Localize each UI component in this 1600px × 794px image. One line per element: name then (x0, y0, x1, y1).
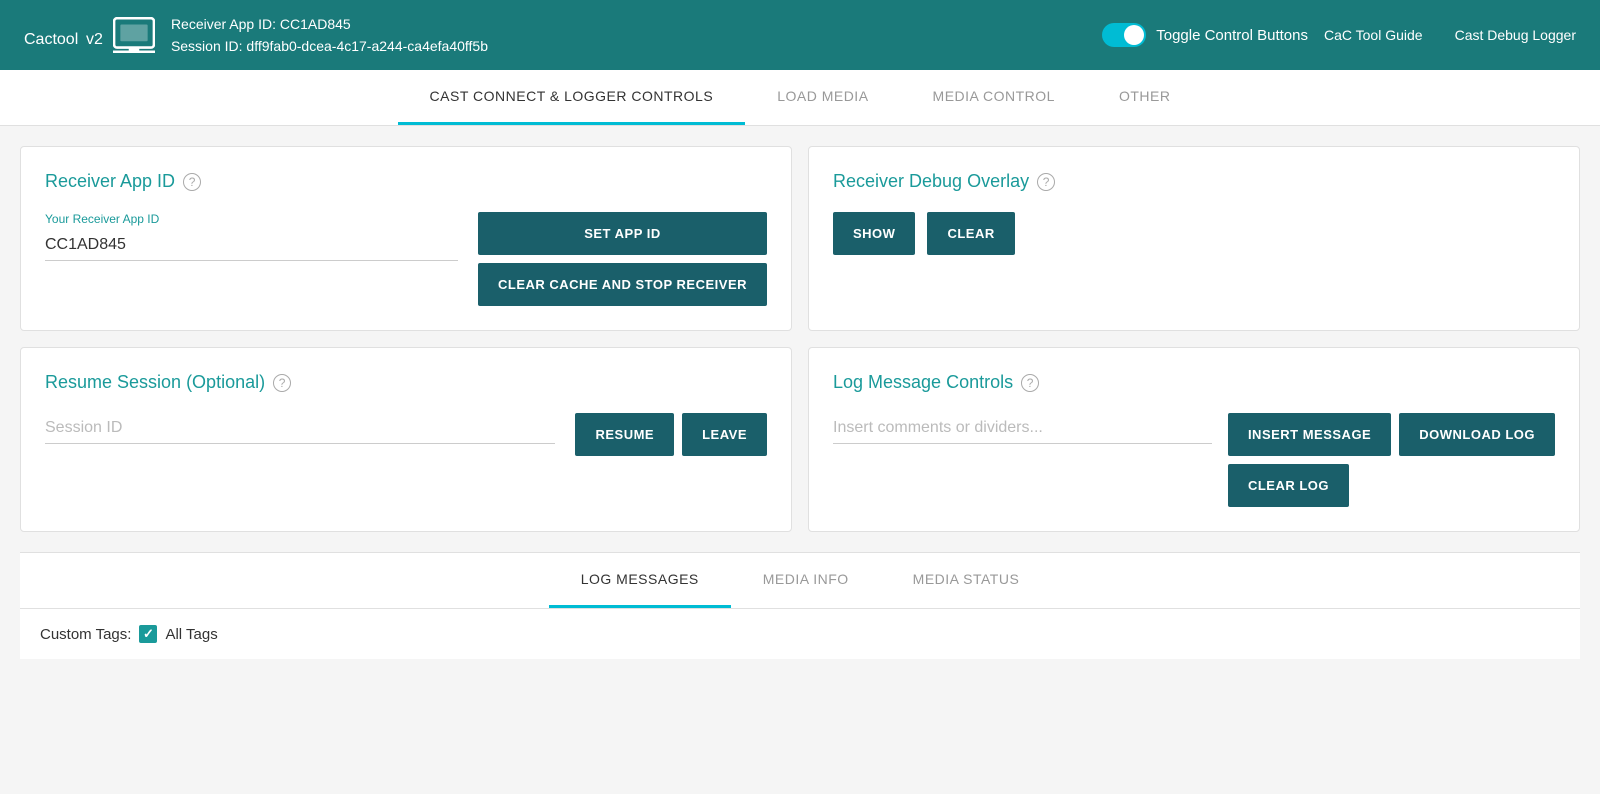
toggle-area: Toggle Control Buttons (1102, 23, 1308, 47)
resume-session-card: Resume Session (Optional) ? RESUME LEAVE (20, 347, 792, 532)
receiver-app-id-title: Receiver App ID ? (45, 171, 767, 192)
bottom-tab-log-messages[interactable]: LOG MESSAGES (549, 553, 731, 608)
log-btn-row-top: INSERT MESSAGE DOWNLOAD LOG (1228, 413, 1555, 456)
bottom-tabs-bar: LOG MESSAGES MEDIA INFO MEDIA STATUS (20, 553, 1580, 609)
session-id-value: dff9fab0-dcea-4c17-a244-ca4efa40ff5b (246, 38, 488, 54)
bottom-tab-media-status[interactable]: MEDIA STATUS (881, 553, 1052, 608)
clear-button[interactable]: CLEAR (927, 212, 1014, 255)
custom-tags-label: Custom Tags: (40, 626, 131, 643)
download-log-button[interactable]: DOWNLOAD LOG (1399, 413, 1555, 456)
logo-area: Cactool v2 (24, 17, 155, 53)
header-info: Receiver App ID: CC1AD845 Session ID: df… (171, 13, 1078, 58)
bottom-section: LOG MESSAGES MEDIA INFO MEDIA STATUS Cus… (20, 552, 1580, 659)
receiver-app-id-help-icon[interactable]: ? (183, 173, 201, 191)
tab-media-control[interactable]: MEDIA CONTROL (901, 70, 1087, 125)
clear-log-button[interactable]: CLEAR LOG (1228, 464, 1349, 507)
log-card-body: INSERT MESSAGE DOWNLOAD LOG CLEAR LOG (833, 413, 1555, 507)
resume-session-body: RESUME LEAVE (45, 413, 767, 456)
header-links: CaC Tool Guide Cast Debug Logger (1324, 27, 1576, 43)
all-tags-label: All Tags (165, 626, 217, 643)
logo-text: Cactool v2 (24, 19, 103, 51)
receiver-debug-btn-group: SHOW CLEAR (833, 212, 1555, 255)
toggle-label: Toggle Control Buttons (1156, 27, 1308, 44)
resume-button[interactable]: RESUME (575, 413, 674, 456)
receiver-app-id-value: CC1AD845 (280, 16, 351, 32)
cac-tool-guide-link[interactable]: CaC Tool Guide (1324, 27, 1423, 43)
app-header: Cactool v2 Receiver App ID: CC1AD845 Ses… (0, 0, 1600, 70)
log-message-controls-help-icon[interactable]: ? (1021, 374, 1039, 392)
log-btn-area: INSERT MESSAGE DOWNLOAD LOG CLEAR LOG (1228, 413, 1555, 507)
resume-session-help-icon[interactable]: ? (273, 374, 291, 392)
tab-load-media[interactable]: LOAD MEDIA (745, 70, 900, 125)
cast-icon (113, 17, 155, 53)
receiver-app-id-input[interactable] (45, 230, 458, 261)
cast-debug-logger-link[interactable]: Cast Debug Logger (1455, 27, 1576, 43)
tab-other[interactable]: OTHER (1087, 70, 1203, 125)
session-id-input[interactable] (45, 413, 555, 444)
leave-button[interactable]: LEAVE (682, 413, 767, 456)
receiver-app-id-input-label: Your Receiver App ID (45, 212, 458, 226)
toggle-control-buttons[interactable] (1102, 23, 1146, 47)
bottom-content: Custom Tags: All Tags (20, 609, 1580, 659)
receiver-btn-area: SET APP ID CLEAR CACHE AND STOP RECEIVER (478, 212, 767, 306)
receiver-input-area: Your Receiver App ID (45, 212, 458, 261)
receiver-debug-overlay-title: Receiver Debug Overlay ? (833, 171, 1555, 192)
all-tags-checkbox[interactable] (139, 625, 157, 643)
session-id-label: Session ID: (171, 38, 243, 54)
log-input-area (833, 413, 1212, 444)
log-btn-row-bottom: CLEAR LOG (1228, 464, 1555, 507)
set-app-id-button[interactable]: SET APP ID (478, 212, 767, 255)
custom-tags-row: Custom Tags: All Tags (40, 625, 1560, 643)
clear-cache-button[interactable]: CLEAR CACHE AND STOP RECEIVER (478, 263, 767, 306)
tab-cast-connect[interactable]: CAST CONNECT & LOGGER CONTROLS (398, 70, 746, 125)
resume-session-btn-area: RESUME LEAVE (575, 413, 767, 456)
bottom-tab-media-info[interactable]: MEDIA INFO (731, 553, 881, 608)
resume-session-input-area (45, 413, 555, 444)
log-message-controls-title: Log Message Controls ? (833, 372, 1555, 393)
receiver-card-body: Your Receiver App ID SET APP ID CLEAR CA… (45, 212, 767, 306)
show-button[interactable]: SHOW (833, 212, 915, 255)
receiver-app-id-card: Receiver App ID ? Your Receiver App ID S… (20, 146, 792, 331)
receiver-debug-overlay-help-icon[interactable]: ? (1037, 173, 1055, 191)
top-tabs-bar: CAST CONNECT & LOGGER CONTROLS LOAD MEDI… (0, 70, 1600, 126)
resume-session-title: Resume Session (Optional) ? (45, 372, 767, 393)
cards-grid: Receiver App ID ? Your Receiver App ID S… (20, 146, 1580, 532)
receiver-app-id-label: Receiver App ID: (171, 16, 276, 32)
log-message-input[interactable] (833, 413, 1212, 444)
log-message-controls-card: Log Message Controls ? INSERT MESSAGE DO… (808, 347, 1580, 532)
receiver-debug-overlay-card: Receiver Debug Overlay ? SHOW CLEAR (808, 146, 1580, 331)
insert-message-button[interactable]: INSERT MESSAGE (1228, 413, 1391, 456)
main-content: Receiver App ID ? Your Receiver App ID S… (0, 126, 1600, 679)
